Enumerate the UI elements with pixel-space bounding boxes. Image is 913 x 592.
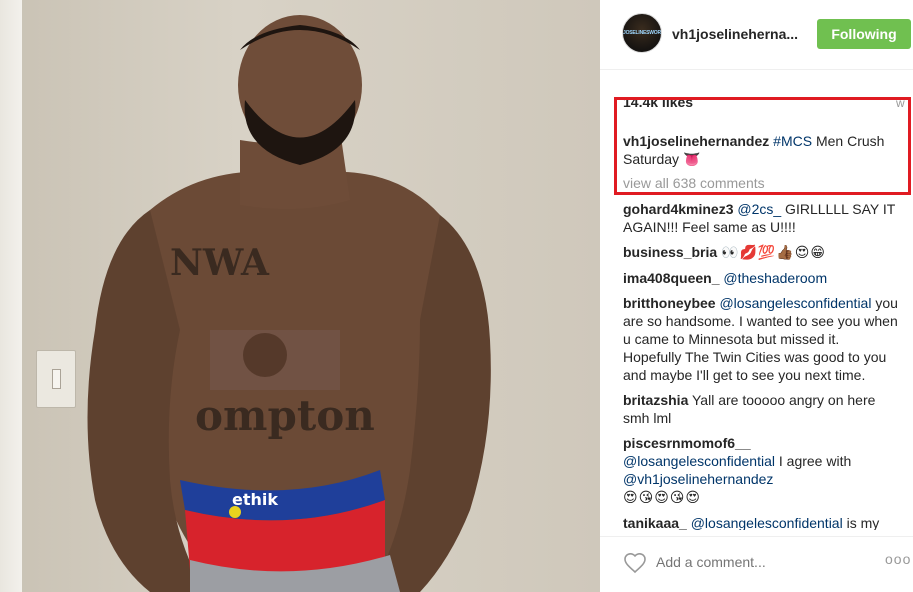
heart-icon[interactable]: [623, 551, 647, 575]
comment-list: gohard4kminez3 @2cs_ GIRLLLLL SAY IT AGA…: [623, 200, 898, 530]
post-header: JOSELINESWORLD vh1joselinehernа... Follo…: [600, 0, 913, 70]
comment-mention[interactable]: @theshaderoom: [723, 270, 827, 286]
more-options-icon[interactable]: ooo: [885, 551, 911, 567]
svg-text:ethik: ethik: [232, 490, 278, 509]
comments-area[interactable]: 14.4k likes w vh1joselinehernandez #MCS …: [600, 70, 913, 530]
comment-item: ima408queen_ @theshaderoom: [623, 269, 898, 287]
avatar-text: JOSELINESWORLD: [623, 30, 661, 36]
comment-item: britazshia Yall are tooooo angry on here…: [623, 391, 898, 427]
comment-username[interactable]: gohard4kminez3: [623, 201, 733, 217]
svg-text:NWA: NWA: [170, 242, 270, 284]
comment-username[interactable]: ima408queen_: [623, 270, 720, 286]
comment-item: gohard4kminez3 @2cs_ GIRLLLLL SAY IT AGA…: [623, 200, 898, 236]
avatar[interactable]: JOSELINESWORLD: [622, 13, 662, 53]
following-button[interactable]: Following: [817, 19, 911, 49]
comment-mention[interactable]: @losangelesconfidential: [623, 453, 775, 469]
comment-username[interactable]: business_bria: [623, 244, 717, 260]
highlight-box: [614, 97, 911, 195]
comment-item: piscesrnmomof6__ @losangelesconfidential…: [623, 434, 898, 507]
post-sidebar: JOSELINESWORLD vh1joselinehernа... Follo…: [600, 0, 913, 592]
post-footer: ooo: [600, 536, 913, 592]
comment-username[interactable]: tanikaaa_: [623, 515, 687, 530]
comment-text: is my: [842, 515, 880, 530]
man-figure: NWA ompton ethik: [87, 15, 491, 592]
comment-username[interactable]: piscesrnmomof6__: [623, 435, 751, 451]
comment-text: I agree with: [774, 453, 852, 469]
post-username[interactable]: vh1joselinehernа...: [672, 26, 798, 42]
add-comment-input[interactable]: [656, 554, 856, 570]
comment-mention[interactable]: @losangelesconfidential: [719, 295, 871, 311]
comment-item: tanikaaa_ @losangelesconfidential is my: [623, 514, 898, 530]
comment-emoji: 😍😘😍😘😍: [623, 490, 701, 506]
comment-item: britthoneybee @losangelesconfidential yo…: [623, 294, 898, 384]
comment-mention-2[interactable]: @vh1joselinehernandez: [623, 471, 773, 487]
svg-text:ompton: ompton: [195, 391, 375, 440]
post-photo[interactable]: NWA ompton ethik: [0, 0, 600, 592]
comment-emoji: 👀💋💯👍🏾😍😁: [721, 245, 826, 261]
comment-username[interactable]: britazshia: [623, 392, 688, 408]
comment-item: business_bria 👀💋💯👍🏾😍😁: [623, 243, 898, 262]
comment-mention[interactable]: @2cs_: [737, 201, 781, 217]
comment-username[interactable]: britthoneybee: [623, 295, 716, 311]
comment-mention[interactable]: @losangelesconfidential: [691, 515, 843, 530]
